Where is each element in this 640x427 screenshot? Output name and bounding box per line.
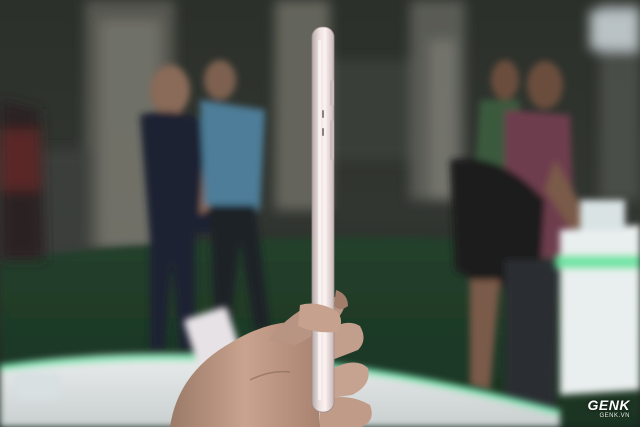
photo-scene: GENK GENK.VN: [0, 0, 640, 427]
watermark: GENK GENK.VN: [588, 398, 630, 419]
watermark-brand: GENK: [587, 397, 630, 413]
photo: [0, 0, 640, 427]
watermark-site: GENK.VN: [599, 413, 630, 419]
